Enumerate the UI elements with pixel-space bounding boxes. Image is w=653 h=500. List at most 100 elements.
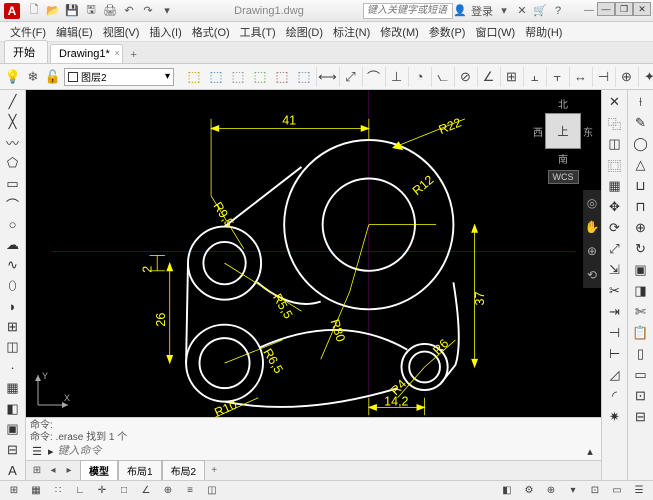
rectangle-tool-icon[interactable]: ▭	[2, 174, 24, 193]
status-clean-icon[interactable]: ▭	[607, 483, 627, 499]
group-tool-icon[interactable]: ▯	[630, 344, 652, 364]
layer-props-icon[interactable]: ⬚	[228, 67, 248, 87]
child-minimize-button[interactable]: —	[597, 2, 615, 16]
pedit-tool-icon[interactable]: ✎	[630, 113, 652, 133]
chamfer-tool-icon[interactable]: ◿	[604, 365, 626, 385]
layer-freeze-icon[interactable]: ❄	[24, 68, 42, 86]
join-tool-icon[interactable]: ⊢	[604, 344, 626, 364]
menu-view[interactable]: 视图(V)	[99, 22, 144, 42]
user-icon[interactable]: 👤	[453, 4, 467, 18]
menu-modify[interactable]: 修改(M)	[376, 22, 423, 42]
layer-lock-icon[interactable]: 🔓	[44, 68, 62, 86]
rotate-tool-icon[interactable]: ⟳	[604, 218, 626, 238]
drawing-canvas[interactable]: 41 R22 R12 R9,5 2 26 R5,5 R6,5 R80 R10 R…	[26, 90, 601, 417]
print-icon[interactable]: 🖨	[102, 3, 118, 19]
qat-dropdown-icon[interactable]: ▾	[159, 3, 175, 19]
stretch-tool-icon[interactable]: ⇲	[604, 260, 626, 280]
exchange-icon[interactable]: ✕	[515, 4, 529, 18]
mirror-tool-icon[interactable]: ◫	[604, 134, 626, 154]
dim-jogged-icon[interactable]: ⦦	[431, 67, 453, 87]
menu-edit[interactable]: 编辑(E)	[52, 22, 97, 42]
move-tool-icon[interactable]: ✥	[604, 197, 626, 217]
copy-tool-icon[interactable]: ⿻	[604, 113, 626, 133]
paste-tool-icon[interactable]: 📋	[630, 323, 652, 343]
wcs-label[interactable]: WCS	[548, 170, 579, 184]
child-close-button[interactable]: ✕	[633, 2, 651, 16]
menu-insert[interactable]: 插入(I)	[145, 22, 185, 42]
menu-tools[interactable]: 工具(T)	[236, 22, 280, 42]
layout-list-icon[interactable]: ⊞	[30, 464, 44, 478]
ellipse-arc-tool-icon[interactable]: ◗	[2, 297, 24, 316]
status-dyn-icon[interactable]: ⊕	[158, 483, 178, 499]
layout-next-icon[interactable]: ▸	[62, 464, 76, 478]
offset-tool-icon[interactable]: ⿴	[604, 155, 626, 175]
redo-icon[interactable]: ↷	[140, 3, 156, 19]
layer-iso-icon[interactable]: ⬚	[250, 67, 270, 87]
menu-format[interactable]: 格式(O)	[188, 22, 234, 42]
app-logo[interactable]: A	[4, 3, 20, 19]
trim-tool-icon[interactable]: ✂	[604, 281, 626, 301]
dim-linear-icon[interactable]: ⟷	[316, 67, 338, 87]
menu-parametric[interactable]: 参数(P)	[425, 22, 470, 42]
tab-close-icon[interactable]: ×	[114, 48, 119, 58]
status-polar-icon[interactable]: ✛	[92, 483, 112, 499]
tab-layout1[interactable]: 布局1	[118, 460, 162, 481]
dim-arc-icon[interactable]: ⌒	[362, 67, 384, 87]
region-tool-icon[interactable]: ▣	[2, 420, 24, 439]
tab-drawing1[interactable]: Drawing1*×	[50, 44, 123, 63]
tab-layout2[interactable]: 布局2	[162, 460, 206, 481]
rotate2-tool-icon[interactable]: ↻	[630, 239, 652, 259]
viewcube[interactable]: 北 西 上 东 南 WCS	[533, 96, 593, 184]
layer-states-icon[interactable]: ⬚	[206, 67, 226, 87]
tab-start[interactable]: 开始	[4, 40, 48, 63]
layer-dropdown[interactable]: 图层2 ▾	[64, 68, 174, 86]
revcloud-tool-icon[interactable]: ☁	[2, 235, 24, 254]
gradient-tool-icon[interactable]: ◧	[2, 399, 24, 418]
more1-tool-icon[interactable]: ⊡	[630, 386, 652, 406]
dim-break-icon[interactable]: ⊣	[592, 67, 614, 87]
dist-tool-icon[interactable]: ⟊	[630, 92, 652, 112]
layer-bulb-icon[interactable]: 💡	[4, 68, 22, 86]
status-snap-icon[interactable]: ∷	[48, 483, 68, 499]
polyline-tool-icon[interactable]: 〰	[2, 133, 24, 152]
block-tool-icon[interactable]: ▣	[630, 260, 652, 280]
add-tab-button[interactable]: +	[125, 47, 143, 63]
dim-continue-icon[interactable]: ⫟	[546, 67, 568, 87]
menu-draw[interactable]: 绘图(D)	[282, 22, 327, 42]
open-icon[interactable]: 📂	[45, 3, 61, 19]
dim-space-icon[interactable]: ↔	[569, 67, 591, 87]
tab-model[interactable]: 模型	[80, 460, 118, 481]
array-tool-icon[interactable]: ▦	[604, 176, 626, 196]
explode-tool-icon[interactable]: ✷	[604, 407, 626, 427]
layer-walk-icon[interactable]: ⬚	[294, 67, 314, 87]
help-icon[interactable]: ?	[551, 4, 565, 18]
add-layout-button[interactable]: +	[205, 465, 223, 476]
make-block-tool-icon[interactable]: ◫	[2, 338, 24, 357]
cart-icon[interactable]: 🛒	[533, 4, 547, 18]
break-tool-icon[interactable]: ⊣	[604, 323, 626, 343]
align-tool-icon[interactable]: ⊔	[630, 176, 652, 196]
insert-block-tool-icon[interactable]: ⊞	[2, 317, 24, 336]
status-model-icon[interactable]: ⊞	[4, 483, 24, 499]
polygon-tool-icon[interactable]: ⬠	[2, 153, 24, 172]
dim-baseline-icon[interactable]: ⫠	[523, 67, 545, 87]
command-menu-icon[interactable]: ☰	[30, 444, 44, 458]
ring-tool-icon[interactable]: ◯	[630, 134, 652, 154]
cut-tool-icon[interactable]: ✄	[630, 302, 652, 322]
layer-match-icon[interactable]: ⬚	[272, 67, 292, 87]
dim-angular-icon[interactable]: ∠	[477, 67, 499, 87]
ungroup-tool-icon[interactable]: ▭	[630, 365, 652, 385]
extend-tool-icon[interactable]: ⇥	[604, 302, 626, 322]
status-isoplane-icon[interactable]: ◧	[497, 483, 517, 499]
scale-tool-icon[interactable]: ⤢	[604, 239, 626, 259]
dim-ordinate-icon[interactable]: ⊥	[385, 67, 407, 87]
dim-diameter-icon[interactable]: ⊘	[454, 67, 476, 87]
menu-window[interactable]: 窗口(W)	[471, 22, 519, 42]
status-ortho-icon[interactable]: ∟	[70, 483, 90, 499]
line-tool-icon[interactable]: ╱	[2, 92, 24, 111]
hatch2-tool-icon[interactable]: ◨	[630, 281, 652, 301]
nav-wheel-icon[interactable]: ◎	[587, 196, 597, 210]
help-search-input[interactable]	[363, 3, 453, 19]
status-transp-icon[interactable]: ◫	[202, 483, 222, 499]
command-recent-icon[interactable]: ▴	[583, 444, 597, 458]
